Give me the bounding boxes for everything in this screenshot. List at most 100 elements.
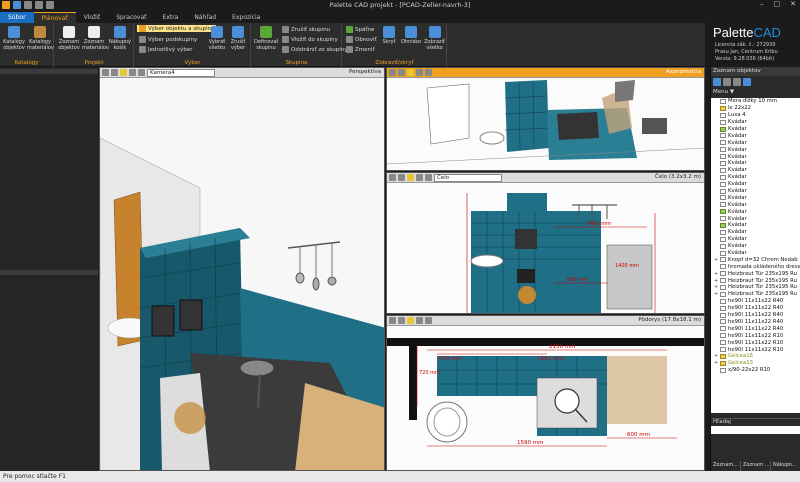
- pan-icon[interactable]: [398, 174, 405, 181]
- render-icon[interactable]: [407, 317, 414, 324]
- tab-object-list[interactable]: Zoznam...: [711, 461, 741, 471]
- expand-icon[interactable]: +: [714, 257, 718, 263]
- tree-item[interactable]: he90I 11x11x22 R40: [711, 319, 800, 326]
- expand-icon[interactable]: +: [714, 360, 718, 366]
- tree-item[interactable]: + Heizbraut Tür 235x195 Ru: [711, 291, 800, 298]
- settings-icon[interactable]: [425, 174, 432, 181]
- panel-splitter[interactable]: [0, 270, 98, 275]
- find-input[interactable]: [711, 426, 800, 434]
- help-icon[interactable]: [743, 78, 751, 86]
- panel-splitter[interactable]: [0, 69, 98, 74]
- tree-item[interactable]: he90I 11x11x22 R40: [711, 325, 800, 332]
- tree-item[interactable]: Kvádar: [711, 132, 800, 139]
- tree-item[interactable]: he90I 11x11x22 R40: [711, 305, 800, 312]
- axonometric-viewport[interactable]: Axonometria: [386, 67, 705, 171]
- tree-icon[interactable]: [723, 78, 731, 86]
- camera-icon[interactable]: [129, 69, 136, 76]
- tree-item[interactable]: Kvádar: [711, 229, 800, 236]
- tree-item[interactable]: Kvádar: [711, 215, 800, 222]
- view-select[interactable]: Čelo: [434, 173, 502, 182]
- tree-item[interactable]: Mera dĺžky 10 mm: [711, 98, 800, 105]
- panel-menu[interactable]: Menu ▼: [713, 89, 734, 95]
- front-viewport[interactable]: Čelo Čelo (3.2x3.2 m) 1491 mm 600 mm 140…: [386, 172, 705, 314]
- maximize-icon[interactable]: □: [774, 0, 781, 8]
- tree-item[interactable]: Kvádar: [711, 236, 800, 243]
- tree-item[interactable]: le 22x22: [711, 105, 800, 112]
- zoom-icon[interactable]: [389, 69, 396, 76]
- show-all-button[interactable]: Zobraziť všetko: [423, 26, 446, 51]
- object-tree[interactable]: Mera dĺžky 10 mm le 22x22 Luxa 4 Kvádar Kvád…: [711, 98, 800, 413]
- tab-planovat[interactable]: Plánovať: [33, 12, 76, 23]
- object-list-button[interactable]: Zoznam objektov: [57, 26, 81, 51]
- tab-expozicia[interactable]: Expozícia: [224, 12, 268, 23]
- select-subgroup-option[interactable]: Výber podskupiny: [139, 36, 197, 43]
- tree-item[interactable]: Kvádar: [711, 194, 800, 201]
- tree-item[interactable]: Kvádar: [711, 208, 800, 215]
- tree-item[interactable]: Kvádar: [711, 250, 800, 257]
- tab-material-list[interactable]: Zoznam ...: [741, 461, 771, 471]
- tree-item[interactable]: Kvádar: [711, 243, 800, 250]
- tree-item[interactable]: + Heizbraut Tür 235x195 Ru: [711, 284, 800, 291]
- tree-item[interactable]: Kvádar: [711, 201, 800, 208]
- tree-item[interactable]: Kvádar: [711, 174, 800, 181]
- tree-item[interactable]: Kvádar: [711, 146, 800, 153]
- render-icon[interactable]: [407, 69, 414, 76]
- tree-item[interactable]: x/90-22x22 R10: [711, 367, 800, 374]
- tree-item[interactable]: + Heizbraut Tür 235x195 Ru: [711, 270, 800, 277]
- tree-item[interactable]: he90I 11x11x22 R10: [711, 346, 800, 353]
- close-icon[interactable]: ✕: [790, 0, 796, 8]
- deselect-button[interactable]: Zrušiť výber: [228, 26, 248, 51]
- minimize-icon[interactable]: –: [760, 0, 764, 8]
- settings-icon[interactable]: [425, 69, 432, 76]
- tab-vlozit[interactable]: Vložiť: [76, 12, 109, 23]
- expand-icon[interactable]: +: [714, 353, 718, 359]
- change-option[interactable]: Zmeniť: [346, 46, 375, 53]
- refresh-icon[interactable]: [733, 78, 741, 86]
- expand-icon[interactable]: +: [714, 291, 718, 297]
- render-icon[interactable]: [120, 69, 127, 76]
- define-group-button[interactable]: Definovať skupinu: [254, 26, 278, 51]
- tab-extra[interactable]: Extra: [155, 12, 187, 23]
- tree-item[interactable]: he90I 11x11x22 R40: [711, 312, 800, 319]
- back-option[interactable]: Späťne: [346, 26, 374, 33]
- pan-icon[interactable]: [398, 317, 405, 324]
- expand-icon[interactable]: +: [714, 278, 718, 284]
- focus-button[interactable]: Ohnisko: [400, 26, 422, 45]
- tree-item[interactable]: he90I 11x11x22 R10: [711, 332, 800, 339]
- tree-item[interactable]: Luxa 4: [711, 112, 800, 119]
- tab-subor[interactable]: Súbor: [0, 12, 34, 23]
- select-all-button[interactable]: Vybrať všetko: [207, 26, 227, 51]
- tree-item[interactable]: hromada ukládeného dreva: [711, 263, 800, 270]
- tree-item[interactable]: Kvádar: [711, 119, 800, 126]
- filter-icon[interactable]: [713, 78, 721, 86]
- insert-into-group-option[interactable]: Vložiť do skupiny: [282, 36, 338, 43]
- pan-icon[interactable]: [398, 69, 405, 76]
- material-list-button[interactable]: Zoznam materiálov: [82, 26, 109, 51]
- zoom-icon[interactable]: [389, 317, 396, 324]
- tab-shopping[interactable]: Nákupn...: [771, 461, 800, 471]
- tree-item[interactable]: Kvádar: [711, 160, 800, 167]
- zoom-icon[interactable]: [102, 69, 109, 76]
- camera-icon[interactable]: [416, 317, 423, 324]
- tree-item[interactable]: Kvádar: [711, 139, 800, 146]
- object-catalogs-button[interactable]: Katalógy objektov: [2, 26, 26, 51]
- camera-icon[interactable]: [416, 174, 423, 181]
- camera-icon[interactable]: [416, 69, 423, 76]
- cancel-group-option[interactable]: Zrušiť skupinu: [282, 26, 330, 33]
- tree-item[interactable]: Kvádar: [711, 153, 800, 160]
- tree-item[interactable]: Kvádar: [711, 181, 800, 188]
- expand-icon[interactable]: +: [714, 271, 718, 277]
- tree-item[interactable]: Kvádar: [711, 188, 800, 195]
- render-icon[interactable]: [407, 174, 414, 181]
- cart-button[interactable]: Nákupný košík: [108, 26, 132, 51]
- plan-viewport[interactable]: Pôdorys (17.8x18.1 m) 2150 mm 1491 mm 47…: [386, 315, 705, 471]
- tree-item[interactable]: Kvádar: [711, 222, 800, 229]
- zoom-icon[interactable]: [389, 174, 396, 181]
- tab-nahlad[interactable]: Náhľad: [186, 12, 224, 23]
- tree-item[interactable]: + Heizbraut Tür 235x195 Ru: [711, 277, 800, 284]
- settings-icon[interactable]: [138, 69, 145, 76]
- tab-spracovat[interactable]: Spracovať: [108, 12, 154, 23]
- tree-item[interactable]: + Knopf d=32 Chrom Nedab: [711, 256, 800, 263]
- tree-item[interactable]: + Gelcea13: [711, 360, 800, 367]
- tree-item[interactable]: Kvádar: [711, 167, 800, 174]
